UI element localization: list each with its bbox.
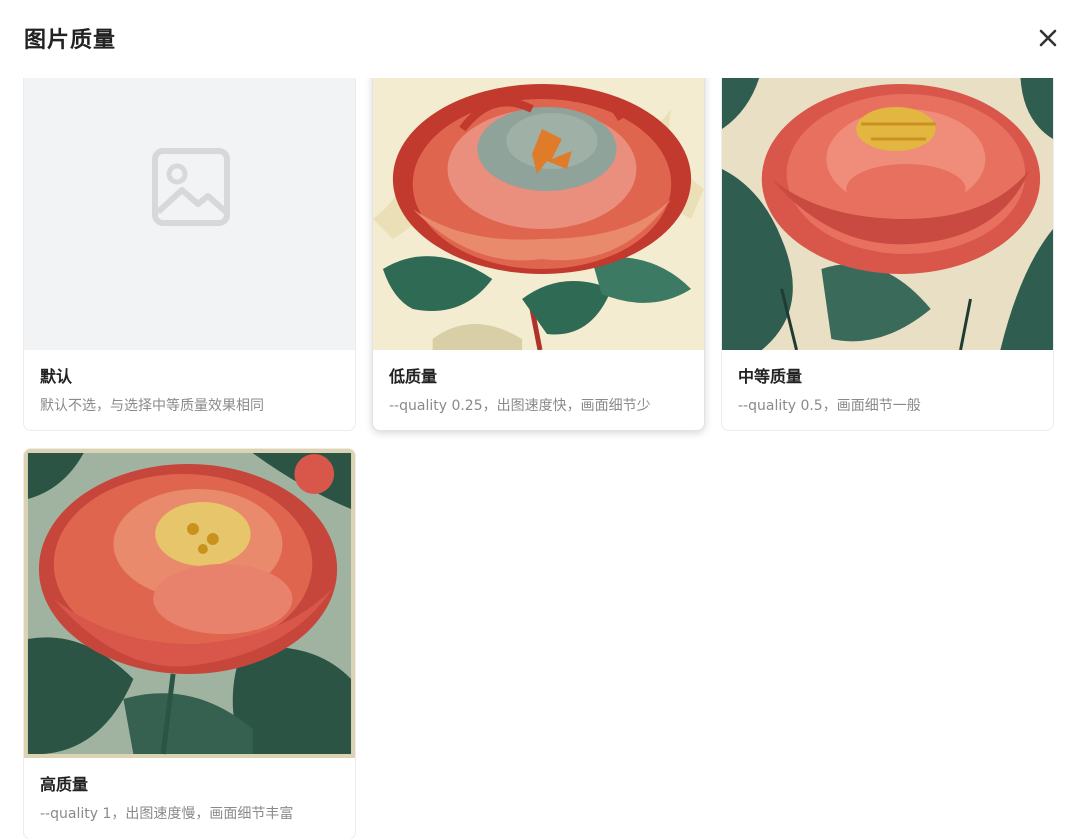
close-button[interactable] (1034, 24, 1062, 52)
option-name: 低质量 (389, 367, 438, 386)
option-description: --quality 0.25，出图速度快，画面细节少 (389, 398, 651, 414)
dialog-header: 图片质量 (0, 0, 1080, 78)
dialog-title: 图片质量 (24, 28, 117, 53)
close-icon (1039, 29, 1057, 47)
option-image (24, 78, 355, 350)
option-description: --quality 0.5，画面细节一般 (738, 398, 921, 414)
option-description: --quality 1，出图速度慢，画面细节丰富 (40, 806, 294, 822)
image-placeholder-icon (152, 148, 230, 226)
option-card-medium-quality[interactable]: 中等质量 --quality 0.5，画面细节一般 (721, 78, 1054, 431)
option-card-high-quality[interactable]: 高质量 --quality 1，出图速度慢，画面细节丰富 (23, 448, 356, 839)
option-name: 高质量 (40, 775, 89, 794)
option-card-low-quality[interactable]: 低质量 --quality 0.25，出图速度快，画面细节少 (372, 78, 705, 431)
option-name: 中等质量 (738, 367, 803, 386)
peony-illustration-cream (373, 78, 704, 350)
option-name: 默认 (40, 367, 73, 386)
peony-illustration-green (722, 78, 1053, 350)
peony-illustration-detailed (24, 449, 355, 758)
option-description: 默认不选，与选择中等质量效果相同 (40, 398, 264, 414)
options-grid[interactable]: 默认 默认不选，与选择中等质量效果相同 低质量 --quality 0.25，出… (0, 78, 1080, 839)
option-card-default[interactable]: 默认 默认不选，与选择中等质量效果相同 (23, 78, 356, 431)
